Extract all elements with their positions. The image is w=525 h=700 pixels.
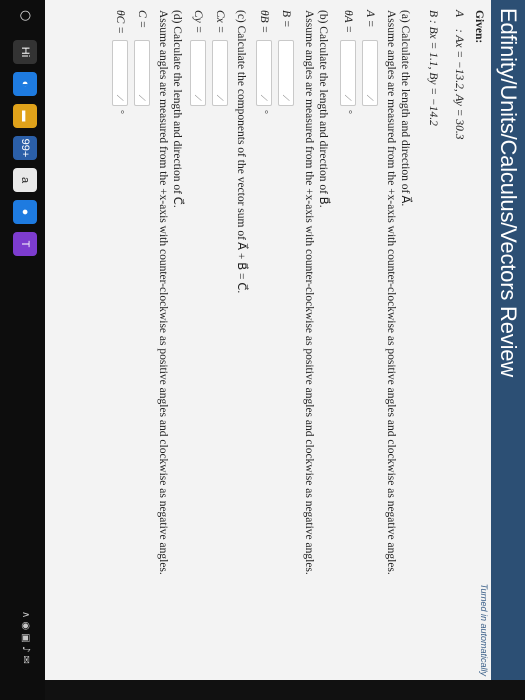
part-a-assumption: Assume angles are measured from the +x-a… — [385, 10, 397, 575]
resize-handle-icon: ⟋ — [364, 94, 374, 101]
part-a-length-label: A = — [364, 10, 376, 28]
part-d-length-label: C = — [136, 10, 148, 29]
part-d-length-row: C = ⟋ — [133, 10, 151, 106]
resize-handle-icon: ⟋ — [136, 94, 146, 101]
part-b-assumption: Assume angles are measured from the +x-a… — [303, 10, 315, 575]
part-d-assumption: Assume angles are measured from the +x-a… — [157, 10, 169, 575]
part-d-angle-input[interactable]: ⟋ — [112, 40, 128, 106]
part-a-length-row: A = ⟋ — [361, 10, 379, 106]
teams-icon[interactable]: T — [13, 232, 37, 256]
part-a-angle-label: θA = — [342, 10, 354, 34]
part-b-title: (b) Calculate the length and direction o… — [317, 10, 329, 208]
part-b-length-label: B = — [280, 10, 292, 28]
folder-icon[interactable]: ▬ — [13, 104, 37, 128]
part-b-angle-input[interactable]: ⟋ — [256, 40, 272, 106]
part-c-cx-row: Cx = ⟋ — [211, 10, 229, 106]
part-c-cx-label: Cx = — [214, 10, 226, 34]
taskbar-app-mail[interactable]: 99+ — [13, 136, 37, 160]
part-d-angle-label: θC = — [114, 10, 126, 34]
part-a-title: (a) Calculate the length and direction o… — [399, 10, 411, 207]
part-d-angle-row: θC = ⟋ ° — [111, 10, 129, 114]
header-bar: Edfinity/Units/Calculus/Vectors Review — [491, 0, 525, 700]
edge-icon[interactable]: ◐ — [13, 72, 37, 96]
resize-handle-icon: ⟋ — [258, 94, 268, 101]
start-circle-icon[interactable]: ○ — [18, 10, 33, 21]
part-a-length-input[interactable]: ⟋ — [362, 40, 378, 106]
given-a: A⃗ : Ax = −13.2, Ay = 30.3 — [453, 10, 465, 140]
resize-handle-icon: ⟋ — [192, 94, 202, 101]
part-c-cy-label: Cy = — [192, 10, 204, 34]
turned-in-status: Turned in automatically — [479, 583, 489, 676]
resize-handle-icon: ⟋ — [214, 94, 224, 101]
system-tray: ∧ ◉ ▣ ♪ ✉ — [20, 611, 31, 664]
part-a-degree-unit: ° — [342, 110, 354, 114]
part-b-degree-unit: ° — [258, 110, 270, 114]
part-c-cy-row: Cy = ⟋ — [189, 10, 207, 106]
given-label: Given: — [473, 10, 485, 44]
part-b-angle-label: θB = — [258, 10, 270, 34]
screen: Edfinity/Units/Calculus/Vectors Review T… — [0, 0, 525, 700]
part-a-angle-row: θA = ⟋ ° — [339, 10, 357, 114]
resize-handle-icon: ⟋ — [114, 94, 124, 101]
page-title: Edfinity/Units/Calculus/Vectors Review — [496, 8, 521, 377]
part-b-angle-row: θB = ⟋ ° — [255, 10, 273, 114]
part-c-cy-input[interactable]: ⟋ — [190, 40, 206, 106]
part-a-angle-input[interactable]: ⟋ — [340, 40, 356, 106]
part-d-title: (d) Calculate the length and direction o… — [171, 10, 183, 208]
part-c-cx-input[interactable]: ⟋ — [212, 40, 228, 106]
taskbar: ○ Hi ◐ ▬ 99+ a ● T ∧ ◉ ▣ ♪ ✉ — [0, 0, 45, 700]
taskbar-app-hi[interactable]: Hi — [13, 40, 37, 64]
part-d-degree-unit: ° — [114, 110, 126, 114]
part-b-length-row: B = ⟋ — [277, 10, 295, 106]
part-c-title: (c) Calculate the components of the vect… — [235, 10, 247, 294]
chrome-icon[interactable]: ● — [13, 200, 37, 224]
problem-panel: Turned in automatically Given: A⃗ : Ax =… — [45, 0, 491, 680]
given-b: B : Bx = 1.1, By = −14.2 — [427, 10, 439, 126]
taskbar-app-a[interactable]: a — [13, 168, 37, 192]
part-d-length-input[interactable]: ⟋ — [134, 40, 150, 106]
resize-handle-icon: ⟋ — [342, 94, 352, 101]
resize-handle-icon: ⟋ — [280, 94, 290, 101]
part-b-length-input[interactable]: ⟋ — [278, 40, 294, 106]
window-edge — [0, 680, 525, 700]
